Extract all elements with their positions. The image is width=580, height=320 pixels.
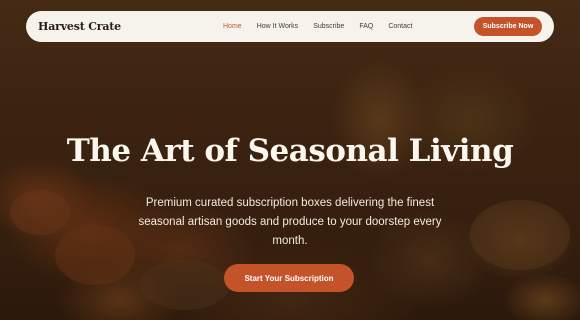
hero-headline: The Art of Seasonal Living xyxy=(66,133,514,169)
subscribe-now-button[interactable]: Subscribe Now xyxy=(474,17,542,36)
start-subscription-button[interactable]: Start Your Subscription xyxy=(224,264,354,292)
navbar: Harvest Crate Home How It Works Subscrib… xyxy=(26,11,554,42)
nav-link-contact[interactable]: Contact xyxy=(388,23,412,30)
nav-links: Home How It Works Subscribe FAQ Contact xyxy=(223,11,427,42)
hero-content: The Art of Seasonal Living Premium curat… xyxy=(0,0,580,320)
hero-subheadline: Premium curated subscription boxes deliv… xyxy=(138,197,442,247)
nav-link-how-it-works[interactable]: How It Works xyxy=(257,23,299,30)
nav-link-faq[interactable]: FAQ xyxy=(359,23,373,30)
nav-link-home[interactable]: Home xyxy=(223,23,242,30)
logo[interactable]: Harvest Crate xyxy=(38,20,121,33)
hero-section: Harvest Crate Home How It Works Subscrib… xyxy=(0,0,580,320)
nav-link-subscribe[interactable]: Subscribe xyxy=(313,23,344,30)
